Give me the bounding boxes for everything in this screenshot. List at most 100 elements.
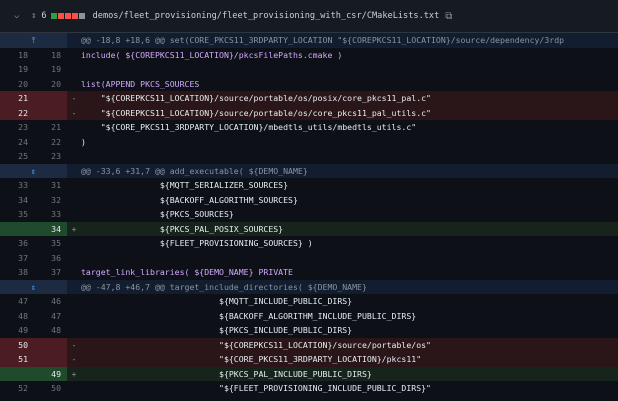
old-line-number[interactable]	[0, 366, 34, 381]
new-line-number[interactable]	[34, 105, 67, 120]
diff-sign	[67, 207, 81, 222]
chevron-down-icon[interactable]: ⌵	[14, 11, 23, 21]
old-line-number[interactable]: 34	[0, 192, 34, 207]
code-text: )	[81, 136, 86, 147]
hunk-header[interactable]: ⤒ @@ -18,8 +18,6 @@ set(CORE_PKCS11_3RDPA…	[0, 33, 618, 48]
new-line-number[interactable]: 47	[34, 308, 67, 323]
old-line-number[interactable]: 38	[0, 265, 34, 280]
old-line-number[interactable]: 37	[0, 250, 34, 265]
old-line-number[interactable]: 23	[0, 120, 34, 135]
old-line-number[interactable]: 33	[0, 178, 34, 193]
diff-sign: +	[71, 368, 77, 379]
diff-line: 20 20 list(APPEND PKCS_SOURCES	[0, 76, 618, 91]
old-line-number[interactable]: 25	[0, 149, 34, 164]
hunk-header-text: @@ -18,8 +18,6 @@ set(CORE_PKCS11_3RDPAR…	[81, 35, 565, 45]
new-line-number[interactable]	[34, 352, 67, 367]
new-line-number[interactable]: 49	[34, 366, 67, 381]
diff-sign	[67, 309, 81, 324]
diff-sign: -	[71, 339, 77, 350]
new-line-number[interactable]: 18	[34, 47, 67, 62]
old-line-number[interactable]: 35	[0, 207, 34, 222]
new-line-number[interactable]	[34, 91, 67, 106]
diff-line: 22 - "${COREPKCS11_LOCATION}/source/porta…	[0, 105, 618, 120]
diff-sign: -	[71, 107, 77, 118]
new-line-number[interactable]: 36	[34, 250, 67, 265]
new-line-number[interactable]: 20	[34, 76, 67, 91]
new-line-number[interactable]: 32	[34, 192, 67, 207]
code-text: ${BACKOFF_ALGORITHM_SOURCES}	[81, 194, 298, 205]
old-line-number[interactable]: 20	[0, 76, 34, 91]
old-line-number[interactable]: 21	[0, 91, 34, 106]
new-line-number[interactable]: 22	[34, 134, 67, 149]
diff-line: 23 21 "${CORE_PKCS11_3RDPARTY_LOCATION}/m…	[0, 120, 618, 135]
new-line-number[interactable]: 31	[34, 178, 67, 193]
hunk-header-text: @@ -47,8 +46,7 @@ target_include_directo…	[81, 281, 367, 292]
changes-count: 6	[41, 11, 47, 21]
diff-sign	[67, 251, 81, 266]
hunk-header-text: @@ -33,6 +31,7 @@ add_executable( ${DEMO…	[81, 165, 308, 176]
diffstat-block	[71, 13, 78, 19]
diff-sign	[67, 193, 81, 208]
code-text: ${PKCS_PAL_POSIX_SOURCES}	[81, 223, 284, 234]
diff-sign	[67, 323, 81, 338]
diff-sign	[67, 135, 81, 150]
new-line-number[interactable]: 19	[34, 62, 67, 77]
old-line-number[interactable]: 47	[0, 294, 34, 309]
file-path[interactable]: demos/fleet_provisioning/fleet_provision…	[93, 11, 440, 21]
diff-line: 36 35 ${FLEET_PROVISIONING_SOURCES} )	[0, 236, 618, 251]
code-text: "${COREPKCS11_LOCATION}/source/portable/…	[81, 339, 431, 350]
code-text: "${FLEET_PROVISIONING_INCLUDE_PUBLIC_DIR…	[81, 383, 431, 393]
hunk-header[interactable]: ⇕ @@ -47,8 +46,7 @@ target_include_direct…	[0, 279, 618, 294]
code-text: list(APPEND PKCS_SOURCES	[81, 78, 200, 89]
code-text: ${MQTT_INCLUDE_PUBLIC_DIRS}	[81, 296, 353, 306]
diff-line: 19 19	[0, 62, 618, 77]
diff-line: 49 48 ${PKCS_INCLUDE_PUBLIC_DIRS}	[0, 323, 618, 338]
diff-sign	[67, 178, 81, 193]
old-line-number[interactable]: 51	[0, 352, 34, 367]
diff-sign	[67, 120, 81, 135]
new-line-number[interactable]: 33	[34, 207, 67, 222]
old-line-number[interactable]: 24	[0, 134, 34, 149]
diff-sign: +	[71, 223, 77, 234]
old-line-number[interactable]: 36	[0, 236, 34, 251]
hunk-header[interactable]: ⇕ @@ -33,6 +31,7 @@ add_executable( ${DEM…	[0, 163, 618, 178]
diff-sign	[67, 62, 81, 77]
diff-sign	[67, 265, 81, 280]
file-header: ⌵ ⇕ 6 demos/fleet_provisioning/fleet_pro…	[0, 0, 618, 33]
diff-sign	[67, 149, 81, 164]
old-line-number[interactable]	[0, 221, 34, 236]
old-line-number[interactable]: 50	[0, 337, 34, 352]
old-line-number[interactable]: 49	[0, 323, 34, 338]
new-line-number[interactable]: 46	[34, 294, 67, 309]
new-line-number[interactable]: 48	[34, 323, 67, 338]
new-line-number[interactable]: 23	[34, 149, 67, 164]
old-line-number[interactable]: 19	[0, 62, 34, 77]
new-line-number[interactable]: 50	[34, 381, 67, 396]
diff-line: 49 + ${PKCS_PAL_INCLUDE_PUBLIC_DIRS}	[0, 366, 618, 381]
new-line-number[interactable]: 21	[34, 120, 67, 135]
expand-both-icon[interactable]: ⇕	[0, 279, 67, 294]
old-line-number[interactable]: 22	[0, 105, 34, 120]
expand-file-icon[interactable]: ⇕	[31, 11, 36, 21]
code-text: ${FLEET_PROVISIONING_SOURCES} )	[81, 238, 313, 248]
code-text: "${CORE_PKCS11_3RDPARTY_LOCATION}/pkcs11…	[81, 354, 422, 364]
diff-line: 18 18 include( ${COREPKCS11_LOCATION}/pkcs…	[0, 47, 618, 62]
diff-line: 35 33 ${PKCS_SOURCES}	[0, 207, 618, 222]
expand-up-icon[interactable]: ⤒	[0, 33, 67, 48]
new-line-number[interactable]: 34	[34, 221, 67, 236]
expand-both-icon[interactable]: ⇕	[0, 163, 67, 178]
new-line-number[interactable]: 35	[34, 236, 67, 251]
new-line-number[interactable]: 37	[34, 265, 67, 280]
copy-icon[interactable]: ⧉	[445, 11, 452, 22]
old-line-number[interactable]: 48	[0, 308, 34, 323]
new-line-number[interactable]	[34, 337, 67, 352]
code-text: ${PKCS_INCLUDE_PUBLIC_DIRS}	[81, 325, 353, 335]
diffstat-block	[50, 13, 57, 19]
old-line-number[interactable]: 18	[0, 47, 34, 62]
code-text: ${PKCS_SOURCES}	[81, 209, 234, 219]
diff-sign	[67, 381, 81, 396]
old-line-number[interactable]: 52	[0, 381, 34, 396]
